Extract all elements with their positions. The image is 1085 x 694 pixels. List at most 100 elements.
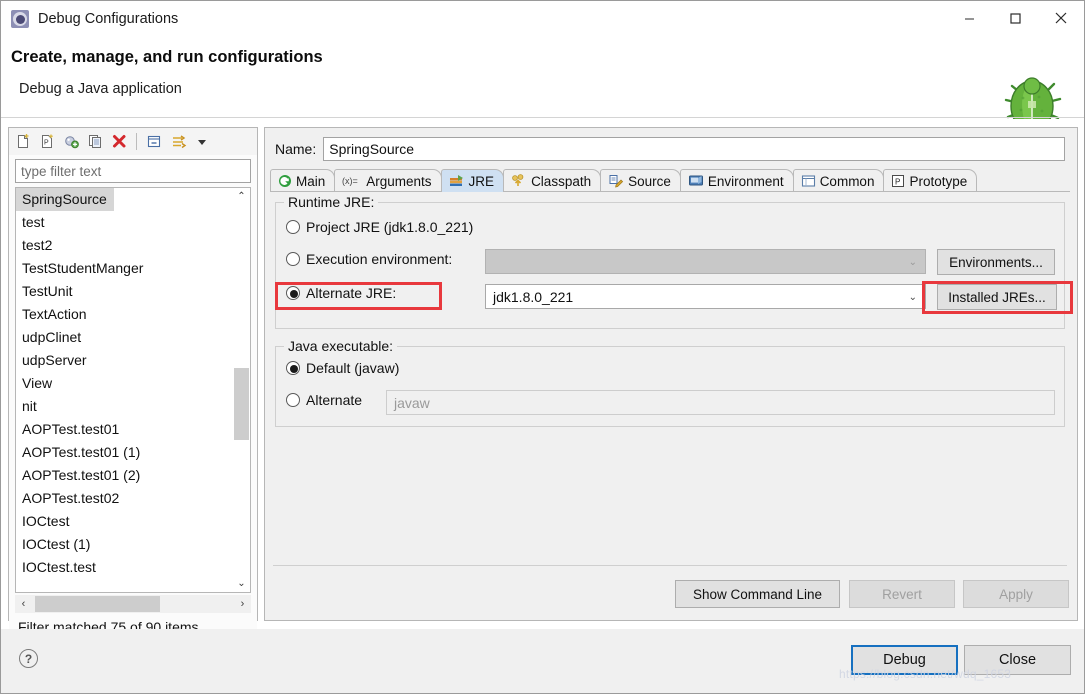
view-menu-icon[interactable] [191,131,213,153]
list-item-label[interactable]: AOPTest.test01 (2) [16,464,234,487]
list-item-label[interactable]: IOCtest (1) [16,533,234,556]
alternate-jre-radio[interactable] [286,286,300,300]
tab-environment[interactable]: Environment [679,169,794,192]
close-button[interactable] [1038,1,1084,35]
horizontal-scrollbar-thumb[interactable] [35,596,160,612]
installed-jres-button[interactable]: Installed JREs... [937,284,1057,310]
new-prototype-icon[interactable]: P [36,131,58,153]
alternate-executable-placeholder: javaw [394,394,430,411]
alternate-jre-value: jdk1.8.0_221 [493,288,574,305]
list-item-label[interactable]: AOPTest.test01 (1) [16,441,234,464]
scroll-left-arrow-icon[interactable]: ‹ [15,596,32,613]
export-icon[interactable] [60,131,82,153]
svg-text:P: P [44,140,49,147]
delete-icon[interactable] [108,131,130,153]
arguments-icon: (x)= [342,176,358,186]
list-item-label[interactable]: udpServer [16,349,234,372]
scroll-up-arrow-icon[interactable]: ⌃ [233,188,250,205]
scroll-right-arrow-icon[interactable]: › [234,596,251,613]
duplicate-icon[interactable] [84,131,106,153]
list-item: View [16,372,234,395]
toolbar-separator [136,133,137,150]
project-jre-radio-row[interactable]: Project JRE (jdk1.8.0_221) [286,219,473,235]
list-item: udpServer [16,349,234,372]
list-item: IOCtest [16,510,234,533]
tab-main[interactable]: Main [270,169,336,192]
svg-text:(x)=: (x)= [342,176,358,186]
list-item-label[interactable]: TestStudentManger [16,257,234,280]
filter-icon[interactable] [167,131,189,153]
page-subtitle: Debug a Java application [19,81,182,97]
execution-environment-radio[interactable] [286,252,300,266]
show-command-line-button[interactable]: Show Command Line [675,580,840,608]
debug-configurations-dialog: Debug Configurations Create, manage, and… [0,0,1085,694]
name-input[interactable] [323,137,1065,161]
list-item: udpClinet [16,326,234,349]
new-configuration-icon[interactable] [12,131,34,153]
list-item-label[interactable]: IOCtest.test [16,556,234,579]
execution-environment-radio-row[interactable]: Execution environment: [286,251,452,267]
list-item-label[interactable]: SpringSource [16,188,114,211]
tab-arguments[interactable]: (x)= Arguments [334,169,442,192]
list-item-label[interactable]: AOPTest.test01 [16,418,234,441]
chevron-down-icon: ⌄ [908,257,917,268]
page-title: Create, manage, and run configurations [11,48,323,66]
svg-text:P: P [895,178,900,187]
configurations-list[interactable]: SpringSource test test2 TestStudentMange… [15,187,251,593]
revert-button: Revert [849,580,955,608]
alternate-executable-radio-row[interactable]: Alternate [286,392,362,408]
green-bug-icon [1004,77,1062,119]
configuration-editor-panel: Name: Main (x)= Arguments [264,127,1078,621]
list-item: TestStudentManger [16,257,234,280]
filter-input[interactable] [15,159,251,183]
list-horizontal-scrollbar[interactable]: ‹ › [15,595,251,613]
tab-source[interactable]: Source [600,169,681,192]
help-question-mark-icon[interactable]: ? [19,649,38,668]
close-icon [1055,12,1067,24]
maximize-icon [1009,12,1021,24]
list-item-label[interactable]: IOCtest [16,510,234,533]
list-item-label[interactable]: test2 [16,234,234,257]
tab-jre[interactable]: JRE [440,169,505,192]
maximize-button[interactable] [992,1,1038,35]
alternate-jre-combo[interactable]: jdk1.8.0_221 ⌄ [485,284,926,309]
tab-common[interactable]: Common [792,169,885,192]
list-item-label[interactable]: TextAction [16,303,234,326]
tab-label: Environment [707,173,784,189]
editor-footer-divider [273,565,1067,566]
alternate-jre-radio-row[interactable]: Alternate JRE: [286,285,396,301]
list-vertical-scrollbar[interactable]: ⌃ ⌄ [233,188,250,592]
dialog-header: Create, manage, and run configurations D… [1,37,1084,119]
tab-classpath[interactable]: Classpath [503,169,602,192]
project-jre-radio[interactable] [286,220,300,234]
list-item-label[interactable]: TestUnit [16,280,234,303]
scroll-down-arrow-icon[interactable]: ⌄ [233,575,250,592]
execution-environment-combo: ⌄ [485,249,926,274]
default-javaw-radio[interactable] [286,361,300,375]
collapse-all-icon[interactable] [143,131,165,153]
list-item: IOCtest.test [16,556,234,579]
tab-label: Classpath [531,173,592,189]
list-item-label[interactable]: nit [16,395,234,418]
header-divider [1,117,1084,118]
alternate-executable-radio[interactable] [286,393,300,407]
common-icon [801,175,815,187]
list-item-label[interactable]: test [16,211,234,234]
vertical-scrollbar-thumb[interactable] [234,368,249,440]
list-item-label[interactable]: View [16,372,234,395]
list-item-label[interactable]: AOPTest.test02 [16,487,234,510]
jre-icon [449,175,463,186]
list-item: test [16,211,234,234]
tab-prototype[interactable]: P Prototype [883,169,978,192]
window-title: Debug Configurations [38,11,179,27]
environments-button[interactable]: Environments... [937,249,1055,275]
alternate-executable-field[interactable]: javaw [386,390,1055,415]
minimize-button[interactable] [946,1,992,35]
window-controls [946,1,1084,37]
title-bar: Debug Configurations [1,1,1084,37]
tab-label: Arguments [366,173,432,189]
tab-label: Prototype [909,173,968,189]
default-javaw-radio-row[interactable]: Default (javaw) [286,360,399,376]
list-item-label[interactable]: udpClinet [16,326,234,349]
name-label: Name: [275,141,317,157]
